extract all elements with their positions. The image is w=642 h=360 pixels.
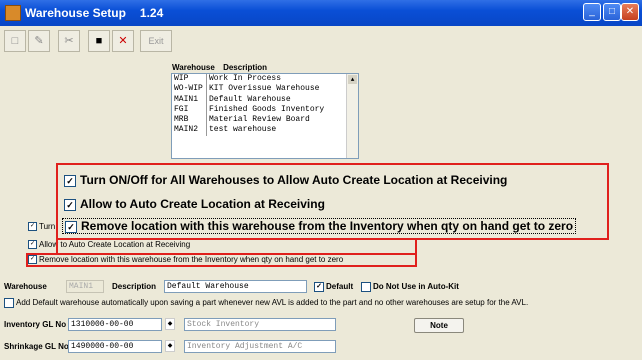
zoom-callout: ✓ Turn ON/Off for All Warehouses to Allow… [56,163,609,240]
warehouse-list-header: Warehouse Description [172,63,273,72]
shrinkage-gl-desc: Inventory Adjustment A/C [184,340,336,353]
checkbox-icon[interactable] [4,298,14,308]
not-use-autokit-checkbox[interactable]: Do Not Use in Auto-Kit [361,282,459,292]
option-remove-location-small-label: Remove location with this warehouse from… [39,255,344,264]
row-code: MRB [174,115,189,125]
window-title: Warehouse Setup 1.24 [25,6,163,20]
inventory-gl-desc: Stock Inventory [184,318,336,331]
list-item[interactable]: WIP Work In Process [172,74,358,85]
row-code: FGI [174,104,189,114]
maximize-button[interactable]: □ [603,3,621,21]
checkbox-icon[interactable]: ✓ [28,222,37,232]
shrinkage-gl-field[interactable]: 1490000-00-00 [68,340,162,353]
save-icon[interactable]: ■ [88,30,110,52]
option-remove-location-label: Remove location with this warehouse from… [81,219,574,233]
minimize-button[interactable]: _ [583,3,601,21]
option-auto-create-label: Allow to Auto Create Location at Receivi… [80,197,325,211]
exit-button[interactable]: Exit [140,30,172,52]
warehouse-label: Warehouse [4,282,47,291]
row-code: MAIN2 [174,125,199,135]
option-remove-location[interactable]: ✓ Remove location with this warehouse fro… [62,218,577,234]
window-version: 1.24 [139,6,164,20]
list-item[interactable]: MRB Material Review Board [172,115,358,126]
list-item[interactable]: MAIN1 Default Warehouse [172,94,358,105]
checkbox-icon[interactable] [361,282,371,292]
option-auto-create[interactable]: ✓ Allow to Auto Create Location at Receiv… [64,197,325,211]
row-desc: Work In Process [206,74,281,85]
note-button[interactable]: Note [414,318,464,333]
row-code: MAIN1 [174,94,199,104]
checkbox-icon[interactable]: ✓ [64,174,76,187]
header-warehouse: Warehouse [172,63,215,72]
list-item[interactable]: MAIN2 test warehouse [172,125,358,136]
row-desc: Material Review Board [206,115,310,126]
option-turn-all-small-label: Turn [39,222,56,231]
option-turn-all-small[interactable]: ✓ Turn [28,222,56,232]
row-code: WIP [174,74,189,83]
title-bar: Warehouse Setup 1.24 _ □ ✕ [0,0,642,26]
description-field[interactable]: Default Warehouse [164,280,307,293]
checkbox-icon[interactable]: ✓ [65,220,77,233]
add-default-checkbox[interactable]: Add Default warehouse automatically upon… [4,298,528,308]
row-desc: test warehouse [206,125,276,136]
scroll-up-icon[interactable]: ▲ [348,75,357,84]
option-auto-create-small[interactable]: ✓ Allow to Auto Create Location at Receiv… [28,240,191,250]
checkbox-icon[interactable]: ✓ [28,240,37,250]
new-icon[interactable]: □ [4,30,26,52]
row-code: WO-WIP [174,84,203,94]
checkbox-icon[interactable]: ✓ [64,198,76,211]
list-item[interactable]: WO-WIP KIT Overissue Warehouse [172,84,358,95]
callout-connector [415,238,417,254]
shrinkage-gl-lookup-icon[interactable]: ◆ [165,340,175,352]
shrinkage-gl-label: Shrinkage GL No [4,342,69,351]
option-auto-create-small-label: Allow to Auto Create Location at Receivi… [39,240,191,249]
description-label: Description [112,282,157,291]
option-turn-all[interactable]: ✓ Turn ON/Off for All Warehouses to Allow… [64,173,507,187]
warehouse-field[interactable]: MAIN1 [66,280,104,293]
edit-icon[interactable]: ✎ [28,30,50,52]
inventory-gl-lookup-icon[interactable]: ◆ [165,318,175,330]
delete-icon[interactable]: ✂ [58,30,80,52]
cancel-icon[interactable]: ✕ [112,30,134,52]
list-item[interactable]: FGI Finished Goods Inventory [172,104,358,116]
add-default-label: Add Default warehouse automatically upon… [16,298,529,308]
row-desc: Default Warehouse [206,94,291,105]
inventory-gl-label: Inventory GL No [4,320,67,329]
row-desc: Finished Goods Inventory [206,104,324,116]
warehouse-list[interactable]: WIP Work In Process WO-WIP KIT Overissue W… [171,73,359,159]
inventory-gl-field[interactable]: 1310000-00-00 [68,318,162,331]
window-title-text: Warehouse Setup [25,6,126,20]
default-label: Default [326,282,354,292]
checkbox-icon[interactable]: ✓ [314,282,324,292]
checkbox-icon[interactable]: ✓ [28,255,37,265]
option-turn-all-label: Turn ON/Off for All Warehouses to Allow … [80,173,508,187]
header-description: Description [223,63,268,72]
close-button[interactable]: ✕ [621,3,639,21]
default-checkbox[interactable]: ✓ Default [314,282,353,292]
row-desc: KIT Overissue Warehouse [206,84,319,95]
list-scrollbar[interactable]: ▲ [346,74,358,158]
option-remove-location-small[interactable]: ✓ Remove location with this warehouse fro… [28,255,344,265]
not-use-autokit-label: Do Not Use in Auto-Kit [373,282,459,292]
app-icon [5,5,21,21]
